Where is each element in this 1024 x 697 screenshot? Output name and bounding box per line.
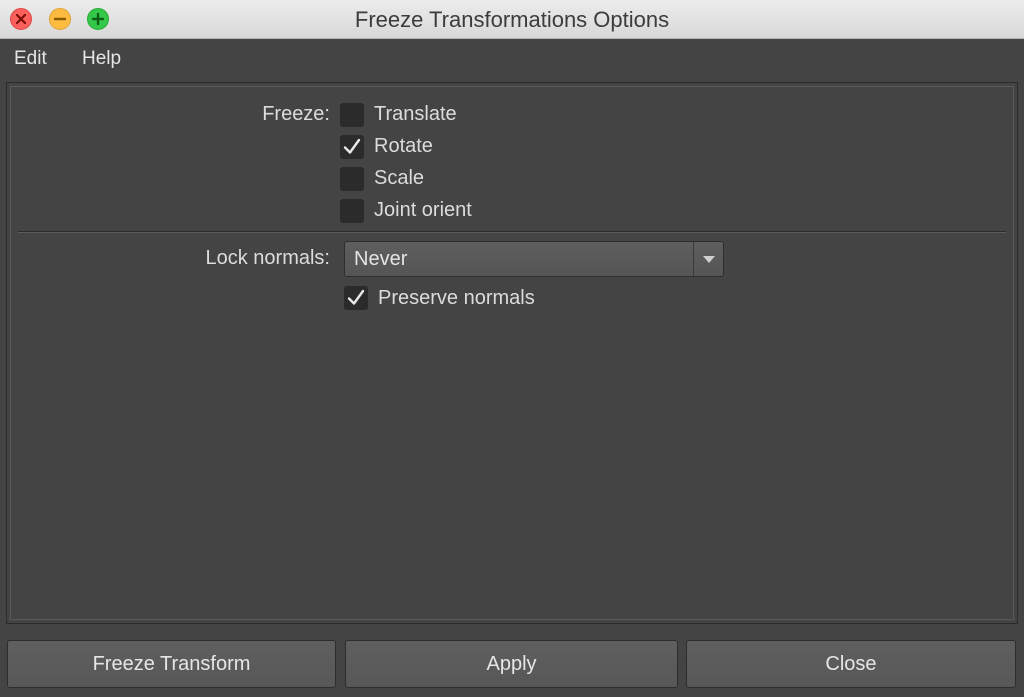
- freeze-transform-button[interactable]: Freeze Transform: [7, 640, 336, 688]
- translate-checkbox[interactable]: [340, 103, 364, 127]
- options-panel-inner: [10, 86, 1014, 620]
- preserve-normals-label[interactable]: Preserve normals: [378, 287, 535, 310]
- preserve-normals-checkbox[interactable]: [344, 286, 368, 310]
- options-panel: [6, 82, 1018, 624]
- joint-orient-checkbox[interactable]: [340, 199, 364, 223]
- freeze-label: Freeze:: [262, 103, 330, 125]
- scale-checkbox[interactable]: [340, 167, 364, 191]
- menu-edit[interactable]: Edit: [14, 39, 47, 79]
- rotate-checkbox[interactable]: [340, 135, 364, 159]
- lock-normals-dropdown[interactable]: Never: [344, 241, 724, 277]
- apply-button[interactable]: Apply: [345, 640, 678, 688]
- options-window: Freeze Transformations Options Edit Help…: [0, 0, 1024, 697]
- dropdown-arrow-button[interactable]: [693, 242, 723, 276]
- menu-bar: Edit Help: [0, 39, 1024, 79]
- close-button[interactable]: Close: [686, 640, 1016, 688]
- menu-help[interactable]: Help: [82, 39, 121, 79]
- checkmark-icon: [343, 138, 361, 154]
- rotate-label[interactable]: Rotate: [374, 135, 433, 158]
- joint-orient-label[interactable]: Joint orient: [374, 199, 472, 222]
- section-divider: [18, 231, 1006, 233]
- lock-normals-label: Lock normals:: [205, 247, 331, 269]
- scale-label[interactable]: Scale: [374, 167, 424, 190]
- checkmark-icon: [347, 289, 365, 305]
- chevron-down-icon: [703, 256, 715, 263]
- translate-label[interactable]: Translate: [374, 103, 457, 126]
- window-title: Freeze Transformations Options: [354, 7, 670, 32]
- title-bar[interactable]: Freeze Transformations Options: [0, 0, 1024, 39]
- lock-normals-value: Never: [354, 248, 408, 270]
